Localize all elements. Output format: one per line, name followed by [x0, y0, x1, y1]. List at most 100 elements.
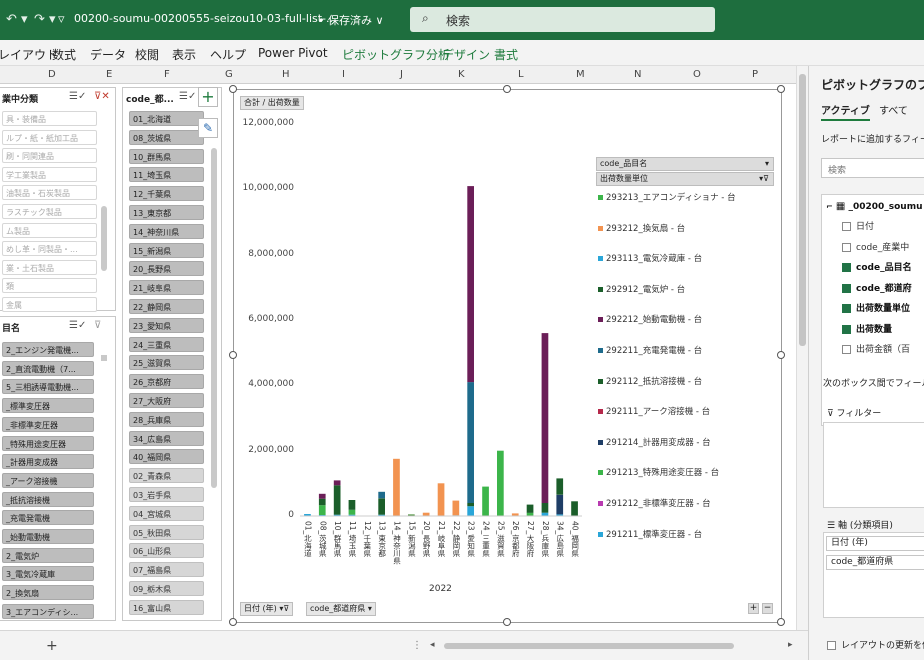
scrollbar-thumb[interactable] — [799, 74, 806, 346]
column-header[interactable]: K — [458, 69, 465, 80]
column-header[interactable]: M — [576, 69, 585, 80]
axis-field-button-prefecture[interactable]: code_都道府県 ▾ — [306, 602, 376, 616]
defer-update-checkbox[interactable]: レイアウトの更新を保 — [827, 638, 924, 651]
sheet-vertical-scrollbar[interactable] — [796, 66, 808, 630]
tab-data[interactable]: データ — [90, 46, 126, 63]
slicer-item[interactable]: 27_大阪府 — [129, 393, 204, 408]
column-header[interactable]: H — [282, 69, 290, 80]
axis-field-item[interactable]: code_都道府県 — [826, 555, 924, 570]
resize-handle[interactable] — [229, 85, 237, 93]
resize-handle[interactable] — [777, 618, 785, 626]
column-header[interactable]: O — [693, 69, 701, 80]
bar-segment[interactable] — [556, 494, 564, 515]
slicer-item[interactable]: 22_静岡県 — [129, 299, 204, 314]
legend-entry[interactable]: 292912_電気炉 - 台 — [598, 283, 685, 295]
field-item[interactable]: code_品目名 — [842, 260, 912, 273]
slicer-item[interactable]: 13_東京都 — [129, 205, 204, 220]
chart-elements-button[interactable]: + — [198, 87, 218, 107]
column-header[interactable]: N — [634, 69, 641, 80]
slicer-scrollbar[interactable] — [101, 206, 107, 271]
field-item[interactable]: 出荷数量 — [842, 322, 892, 335]
column-header[interactable]: E — [106, 69, 112, 80]
slicer-item[interactable]: 02_青森県 — [129, 468, 204, 484]
bar-segment[interactable] — [437, 483, 445, 516]
slicer-item[interactable]: 2_エンジン発電機... — [2, 342, 94, 357]
field-item[interactable]: 出荷数量単位 — [842, 301, 910, 314]
slicer-item[interactable]: ルプ・紙・紙加工品 — [2, 129, 97, 145]
bar-segment[interactable] — [556, 478, 564, 495]
legend-entry[interactable]: 291213_特殊用途変圧器 - 台 — [598, 466, 719, 478]
tab-pivotchart-analyze[interactable]: ピボットグラフ分析 — [342, 46, 450, 63]
legend-entry[interactable]: 291211_標準変圧器 - 台 — [598, 528, 702, 540]
bar-segment[interactable] — [378, 491, 385, 499]
slicer-item[interactable]: 5_三相誘導電動機... — [2, 379, 94, 395]
slicer-item[interactable]: めし革・同製品・... — [2, 241, 97, 257]
checkbox[interactable] — [842, 263, 851, 272]
undo-button[interactable]: ↶ ▾ — [6, 12, 28, 27]
bar-segment[interactable] — [526, 504, 534, 513]
slicer-item[interactable]: 学工業製品 — [2, 166, 97, 182]
scroll-left-icon[interactable]: ◂ — [430, 640, 435, 650]
field-item[interactable]: code_産業中 — [842, 240, 909, 253]
slicer-item[interactable]: _アーク溶接機 — [2, 472, 94, 488]
legend-entry[interactable]: 291212_非標準変圧器 - 台 — [598, 497, 711, 509]
slicer-item[interactable]: 15_新潟県 — [129, 242, 204, 258]
expand-field-button[interactable]: + — [748, 603, 759, 614]
clear-filter-icon[interactable]: ⊽✕ — [94, 91, 110, 103]
bar-segment[interactable] — [378, 498, 385, 515]
slicer-item[interactable]: 類 — [2, 278, 97, 294]
bar-segment[interactable] — [318, 505, 326, 515]
bar-segment[interactable] — [497, 450, 504, 516]
resize-handle[interactable] — [503, 618, 511, 626]
chart-styles-brush-icon[interactable]: ✎ — [198, 118, 218, 138]
pivot-chart[interactable]: 合計 / 出荷数量 code_品目名 ▾ 出荷数量単位 ▾⊽ 293213_エア… — [233, 89, 782, 623]
slicer-industry[interactable]: 業中分類 ☰✓ ⊽✕ 具・装備品 ルプ・紙・紙加工品 刷・同関連品 学工業製品 油製品・… — [0, 87, 116, 312]
column-header[interactable]: I — [342, 69, 345, 80]
tab-design[interactable]: デザイン — [442, 46, 490, 63]
legend-field-button-2[interactable]: 出荷数量単位 ▾⊽ — [596, 172, 774, 186]
slicer-item[interactable]: 25_滋賀県 — [129, 355, 204, 371]
slicer-item[interactable]: _始動電動機 — [2, 529, 94, 544]
save-status[interactable]: • 保存済み ∨ — [318, 12, 384, 28]
bar-segment[interactable] — [467, 506, 474, 516]
bar-segment[interactable] — [393, 458, 400, 516]
field-item[interactable]: 出荷金額（百 — [842, 342, 910, 355]
slicer-item[interactable]: 40_福岡県 — [129, 449, 204, 465]
resize-handle[interactable] — [503, 85, 511, 93]
bar-segment[interactable] — [467, 186, 474, 383]
bar-segment[interactable] — [318, 498, 326, 506]
tab-help[interactable]: ヘルプ — [210, 46, 246, 63]
search-box[interactable]: ⌕ 検索 — [410, 7, 715, 32]
multi-select-icon[interactable]: ☰✓ — [69, 320, 86, 332]
checkbox[interactable] — [842, 242, 851, 252]
slicer-item[interactable]: 24_三重県 — [129, 336, 204, 352]
slicer-item[interactable]: 23_愛知県 — [129, 317, 204, 333]
slicer-item[interactable]: 08_茨城県 — [129, 129, 204, 145]
axis-field-button-year[interactable]: 日付 (年) ▾⊽ — [240, 602, 294, 616]
slicer-item-name[interactable]: 目名 ☰✓ ⊽ 2_エンジン発電機... 2_直流電動機（7... 5_三相誘導電動… — [0, 316, 116, 621]
slicer-item[interactable]: 10_群馬県 — [129, 148, 204, 164]
slicer-item[interactable]: 06_山形県 — [129, 543, 204, 559]
resize-handle[interactable] — [777, 85, 785, 93]
bar-segment[interactable] — [452, 500, 460, 516]
redo-button[interactable]: ↷ ▾ — [34, 12, 56, 27]
legend-entry[interactable]: 292212_始動電動機 - 台 — [598, 313, 702, 325]
resize-handle[interactable] — [229, 618, 237, 626]
multi-select-icon[interactable]: ☰✓ — [179, 91, 196, 103]
bar-segment[interactable] — [467, 382, 474, 503]
slicer-item[interactable]: 11_埼玉県 — [129, 167, 204, 183]
slicer-item[interactable]: 12_千葉県 — [129, 186, 204, 202]
legend-entry[interactable]: 292211_充電発電機 - 台 — [598, 344, 702, 356]
slicer-item[interactable]: 3_エアコンディシ... — [2, 603, 94, 619]
slicer-item[interactable]: _特殊用途変圧器 — [2, 435, 94, 451]
more-options-icon[interactable]: ⋮ — [412, 640, 422, 651]
table-node[interactable]: ⌐ ▦ _00200_soumu — [826, 201, 922, 212]
field-item[interactable]: 日付 — [842, 219, 874, 232]
legend-entry[interactable]: 292112_抵抗溶接機 - 台 — [598, 375, 702, 387]
bar-segment[interactable] — [348, 500, 356, 510]
legend-entry[interactable]: 293213_エアコンディショナ - 台 — [598, 191, 736, 203]
slicer-item[interactable]: _標準変圧器 — [2, 398, 94, 414]
collapse-field-button[interactable]: − — [762, 603, 773, 614]
checkbox[interactable] — [842, 222, 851, 231]
tab-formulas[interactable]: 数式 — [52, 46, 76, 63]
